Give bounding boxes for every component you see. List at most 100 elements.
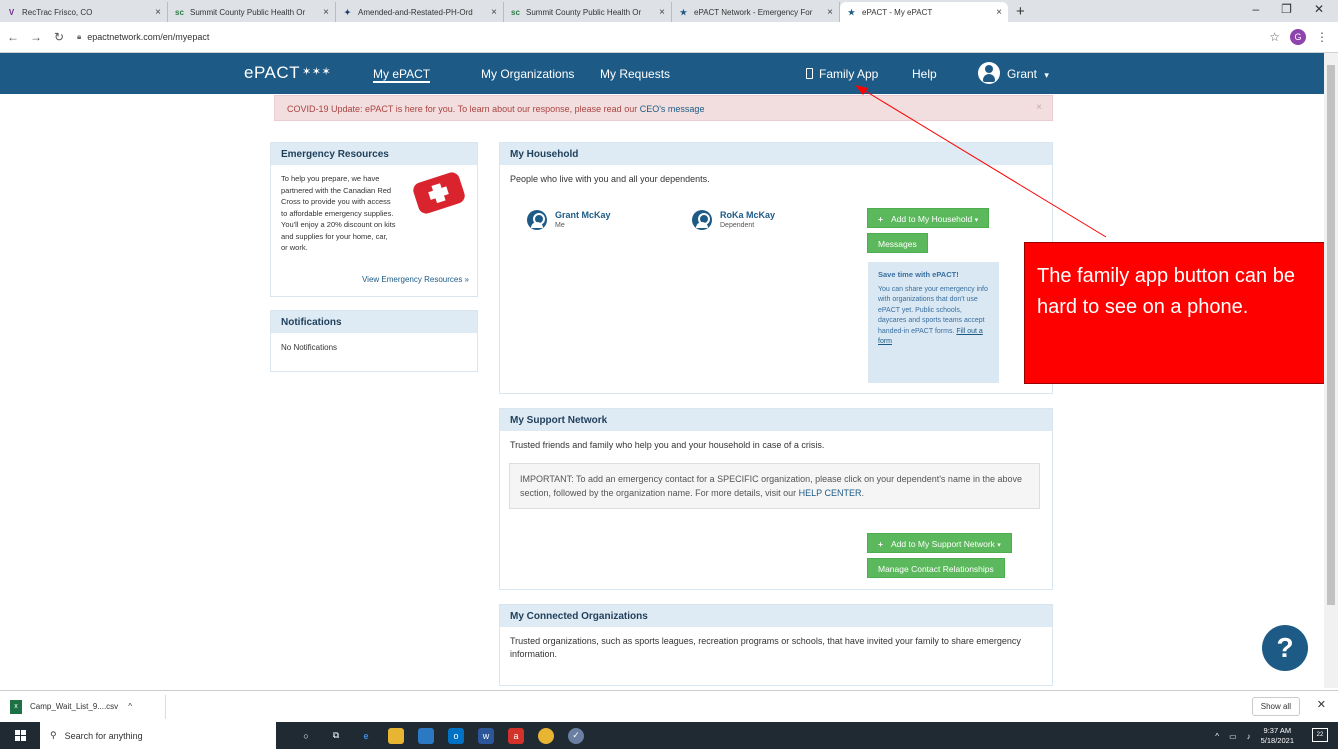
close-icon[interactable]: × <box>1036 102 1042 113</box>
search-icon: ⚲ <box>50 730 57 740</box>
forward-icon[interactable]: → <box>26 30 46 44</box>
tab-close-icon[interactable]: × <box>491 7 497 18</box>
browser-tab[interactable]: ★ ePACT Network - Emergency For × <box>672 2 840 22</box>
connected-orgs-panel: My Connected Organizations Trusted organ… <box>499 604 1053 686</box>
url-field[interactable]: 🔒︎ epactnetwork.com/en/myepact <box>77 26 1269 48</box>
browser-tab[interactable]: sc Summit County Public Health Or × <box>168 2 336 22</box>
nav-my-organizations[interactable]: My Organizations <box>481 67 574 81</box>
downloads-shelf: x Camp_Wait_List_9....csv ^ Show all ✕ <box>0 690 1338 722</box>
ceo-message-link[interactable]: CEO's message <box>640 104 705 114</box>
notifications-body: No Notifications <box>281 343 338 352</box>
help-center-link[interactable]: HELP CENTER <box>799 488 862 498</box>
network-icon[interactable]: ▭ <box>1229 732 1237 741</box>
browser-tab[interactable]: ✦ Amended-and-Restated-PH-Ord × <box>336 2 504 22</box>
person-icon <box>527 210 547 230</box>
nav-user-menu[interactable]: Grant ▾ <box>1007 67 1049 81</box>
tab-favicon: sc <box>511 7 520 17</box>
back-icon[interactable]: ← <box>3 30 23 44</box>
task-view-icon[interactable]: ⧉ <box>328 728 344 744</box>
system-tray: ^ ▭ ♪ 9:37 AM 5/18/2021 <box>1215 726 1294 746</box>
browser-tab[interactable]: sc Summit County Public Health Or × <box>504 2 672 22</box>
add-to-support-network-button[interactable]: + Add to My Support Network ▾ <box>867 533 1012 553</box>
volume-icon[interactable]: ♪ <box>1247 732 1251 741</box>
tab-title: ePACT Network - Emergency For <box>694 7 813 17</box>
taskbar-search[interactable]: ⚲ Search for anything <box>40 722 276 749</box>
reload-icon[interactable]: ↻ <box>49 30 69 44</box>
cortana-icon[interactable]: ○ <box>298 728 314 744</box>
plus-icon: + <box>878 539 883 549</box>
household-intro: People who live with you and all your de… <box>510 174 710 184</box>
tray-overflow-icon[interactable]: ^ <box>1215 732 1219 741</box>
tab-close-icon[interactable]: × <box>323 7 329 18</box>
browser-menu-icon[interactable]: ⋮ <box>1316 30 1328 44</box>
file-explorer-icon[interactable] <box>388 727 404 744</box>
notifications-panel: Notifications No Notifications <box>270 310 478 372</box>
tab-close-icon[interactable]: × <box>155 7 161 18</box>
chevron-down-icon: ▾ <box>1044 70 1049 80</box>
tab-favicon: ✦ <box>344 7 351 17</box>
tab-favicon: ★ <box>847 7 856 17</box>
add-to-household-button[interactable]: + Add to My Household ▾ <box>867 208 990 228</box>
profile-avatar[interactable]: G <box>1290 29 1306 45</box>
edge-icon[interactable]: e <box>358 728 374 744</box>
first-aid-kit-image <box>411 170 471 216</box>
windows-start-icon[interactable] <box>0 722 40 749</box>
household-member[interactable]: Grant McKay Me <box>527 210 611 230</box>
emergency-body: To help you prepare, we have partnered w… <box>281 174 396 252</box>
tab-title: ePACT - My ePACT <box>862 7 933 17</box>
nav-my-epact[interactable]: My ePACT <box>373 67 431 83</box>
restore-icon[interactable]: ❐ <box>1281 2 1292 16</box>
tab-close-icon[interactable]: × <box>827 7 833 18</box>
chrome-icon[interactable] <box>538 727 554 744</box>
chevron-up-icon[interactable]: ^ <box>128 702 132 711</box>
emergency-resources-panel: Emergency Resources To help you prepare,… <box>270 142 478 297</box>
epact-logo[interactable]: ePACT ✶✶✶ <box>244 63 331 83</box>
help-fab-button[interactable]: ? <box>1262 625 1308 671</box>
view-emergency-resources-link[interactable]: View Emergency Resources » <box>362 275 469 284</box>
important-period: . <box>861 488 865 498</box>
browser-tab-active[interactable]: ★ ePACT - My ePACT × <box>840 2 1008 22</box>
person-icon <box>692 210 712 230</box>
new-tab-icon[interactable]: + <box>1016 3 1025 20</box>
tab-title: RecTrac Frisco, CO <box>22 7 93 17</box>
panel-title: Notifications <box>271 311 477 333</box>
nav-help[interactable]: Help <box>912 67 937 81</box>
word-icon[interactable]: w <box>478 727 494 744</box>
checkmark-app-icon[interactable]: ✓ <box>568 727 584 744</box>
nav-my-requests[interactable]: My Requests <box>600 67 670 81</box>
household-member[interactable]: RoKa McKay Dependent <box>692 210 775 230</box>
messages-button[interactable]: Messages <box>867 233 928 253</box>
outlook-icon[interactable]: o <box>448 727 464 744</box>
tab-close-icon[interactable]: × <box>996 7 1002 18</box>
clock-date: 5/18/2021 <box>1260 736 1294 745</box>
show-all-button[interactable]: Show all <box>1251 697 1300 716</box>
tab-title: Summit County Public Health Or <box>526 7 642 17</box>
button-label: Add to My Support Network <box>890 539 995 549</box>
user-name: Grant <box>1007 67 1038 81</box>
download-item[interactable]: x Camp_Wait_List_9....csv ^ <box>0 694 166 719</box>
clock[interactable]: 9:37 AM 5/18/2021 <box>1261 726 1294 746</box>
browser-tab-bar: V RecTrac Frisco, CO × sc Summit County Pub… <box>0 0 1338 22</box>
annotation-callout: The family app button can be hard to see… <box>1024 242 1334 384</box>
browser-tab[interactable]: V RecTrac Frisco, CO × <box>0 2 168 22</box>
manage-contact-relationships-button[interactable]: Manage Contact Relationships <box>867 558 1005 578</box>
minimize-icon[interactable]: – <box>1252 2 1259 16</box>
page-scrollbar[interactable] <box>1324 53 1338 688</box>
bookmark-star-icon[interactable]: ☆ <box>1269 30 1280 44</box>
close-window-icon[interactable]: ✕ <box>1314 2 1324 16</box>
plus-icon: + <box>878 214 883 224</box>
member-role: Dependent <box>720 222 755 229</box>
connected-intro: Trusted organizations, such as sports le… <box>510 636 1021 659</box>
close-icon[interactable]: ✕ <box>1317 698 1326 711</box>
window-controls: – ❐ ✕ <box>1252 2 1338 16</box>
notification-center-icon[interactable]: 22 <box>1312 728 1328 742</box>
user-avatar-icon[interactable] <box>978 62 1000 84</box>
nav-family-app[interactable]: Family App <box>806 67 878 81</box>
covid-alert: COVID-19 Update: ePACT is here for you. … <box>274 95 1053 121</box>
windows-taskbar: ⚲ Search for anything ○ ⧉ e o w a ✓ ^ ▭ … <box>0 722 1338 749</box>
store-icon[interactable] <box>418 727 434 744</box>
acrobat-icon[interactable]: a <box>508 727 524 744</box>
scroll-thumb[interactable] <box>1327 65 1335 605</box>
member-role: Me <box>555 222 565 229</box>
tab-close-icon[interactable]: × <box>659 7 665 18</box>
